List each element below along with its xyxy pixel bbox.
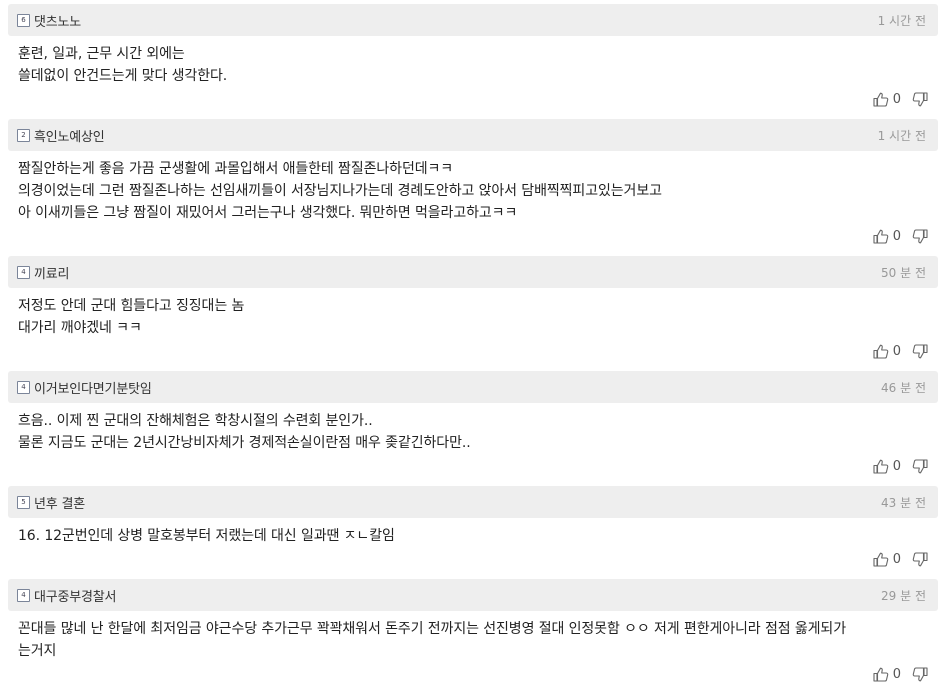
thumbs-down-icon xyxy=(912,92,928,107)
comment-header: 2 흑인노예상인 1 시간 전 xyxy=(8,119,938,151)
thumbs-up-icon xyxy=(873,552,889,567)
author-nickname[interactable]: 년후 결혼 xyxy=(34,493,85,512)
thumbs-down-icon xyxy=(912,552,928,567)
downvote-button[interactable] xyxy=(912,92,928,107)
comment-body: 짬질안하는게 좋음 가끔 군생활에 과몰입해서 애들한테 짬질존나하던데ㅋㅋ 의… xyxy=(8,151,938,224)
upvote-count: 0 xyxy=(892,552,901,567)
comment-line: 16. 12군번인데 상병 말호봉부터 저랬는데 대신 일과땐 ㅈㄴ칼임 xyxy=(18,528,395,544)
comment-header: 6 댓츠노노 1 시간 전 xyxy=(8,4,938,36)
comment-time: 50 분 전 xyxy=(881,265,926,280)
comment-line: 꼰대들 많네 난 한달에 최저임금 야근수당 추가근무 꽉꽉채워서 돈주기 전까… xyxy=(18,621,846,637)
thumbs-down-icon xyxy=(912,667,928,682)
downvote-button[interactable] xyxy=(912,667,928,682)
upvote-button[interactable]: 0 xyxy=(873,229,912,244)
comment-line: 는거지 xyxy=(18,643,57,659)
upvote-button[interactable]: 0 xyxy=(873,344,912,359)
downvote-button[interactable] xyxy=(912,344,928,359)
author-nickname[interactable]: 끼료리 xyxy=(34,263,69,282)
comment-item: 2 흑인노예상인 1 시간 전 짬질안하는게 좋음 가끔 군생활에 과몰입해서 … xyxy=(8,119,938,244)
thumbs-up-icon xyxy=(873,344,889,359)
thumbs-down-icon xyxy=(912,459,928,474)
upvote-button[interactable]: 0 xyxy=(873,459,912,474)
comment-line: 흐음.. 이제 찐 군대의 잔해체험은 학창시절의 수련회 분인가.. xyxy=(18,413,373,429)
comment-line: 의경이었는데 그런 짬질존나하는 선임새끼들이 서장님지나가는데 경례도안하고 … xyxy=(18,183,662,199)
upvote-count: 0 xyxy=(892,229,901,244)
comment-time: 1 시간 전 xyxy=(877,128,926,143)
thumbs-up-icon xyxy=(873,459,889,474)
comment-body: 훈련, 일과, 근무 시간 외에는 쓸데없이 안건드는게 맞다 생각한다. xyxy=(8,36,938,87)
thumbs-down-icon xyxy=(912,344,928,359)
downvote-button[interactable] xyxy=(912,229,928,244)
vote-box: 0 xyxy=(873,552,928,567)
comment-time: 1 시간 전 xyxy=(877,13,926,28)
author-nickname[interactable]: 흑인노예상인 xyxy=(34,126,105,145)
comment-line: 아 이새끼들은 그냥 짬질이 재밌어서 그러는구나 생각했다. 뭐만하면 먹을라… xyxy=(18,205,518,221)
thumbs-up-icon xyxy=(873,229,889,244)
comment-header: 4 이거보인다면기분탓임 46 분 전 xyxy=(8,371,938,403)
comment-time: 43 분 전 xyxy=(881,495,926,510)
comment-item: 5 년후 결혼 43 분 전 16. 12군번인데 상병 말호봉부터 저랬는데 … xyxy=(8,486,938,567)
comment-body: 흐음.. 이제 찐 군대의 잔해체험은 학창시절의 수련회 분인가.. 물론 지… xyxy=(8,403,938,454)
level-badge-icon: 6 xyxy=(17,13,30,27)
upvote-button[interactable]: 0 xyxy=(873,667,912,682)
thumbs-down-icon xyxy=(912,229,928,244)
comment-body: 꼰대들 많네 난 한달에 최저임금 야근수당 추가근무 꽉꽉채워서 돈주기 전까… xyxy=(8,611,938,662)
vote-box: 0 xyxy=(873,344,928,359)
thumbs-up-icon xyxy=(873,92,889,107)
upvote-count: 0 xyxy=(892,667,901,682)
comment-line: 짬질안하는게 좋음 가끔 군생활에 과몰입해서 애들한테 짬질존나하던데ㅋㅋ xyxy=(18,161,454,177)
author-nickname[interactable]: 대구중부경찰서 xyxy=(34,586,117,605)
comment-line: 저정도 안데 군대 힘들다고 징징대는 놈 xyxy=(18,298,245,314)
level-badge-icon: 4 xyxy=(17,588,30,602)
level-badge-icon: 4 xyxy=(17,380,30,394)
comment-line: 훈련, 일과, 근무 시간 외에는 xyxy=(18,46,185,62)
comment-header: 4 대구중부경찰서 29 분 전 xyxy=(8,579,938,611)
comment-line: 쓸데없이 안건드는게 맞다 생각한다. xyxy=(18,68,228,84)
comment-line: 대가리 깨야겠네 ㅋㅋ xyxy=(18,320,142,336)
upvote-button[interactable]: 0 xyxy=(873,92,912,107)
vote-box: 0 xyxy=(873,229,928,244)
comment-time: 29 분 전 xyxy=(881,588,926,603)
comment-line: 물론 지금도 군대는 2년시간낭비자체가 경제적손실이란점 매우 좆같긴하다만.… xyxy=(18,435,471,451)
level-badge-icon: 4 xyxy=(17,265,30,279)
comment-item: 4 이거보인다면기분탓임 46 분 전 흐음.. 이제 찐 군대의 잔해체험은 … xyxy=(8,371,938,474)
vote-box: 0 xyxy=(873,667,928,682)
level-badge-icon: 5 xyxy=(17,495,30,509)
upvote-button[interactable]: 0 xyxy=(873,552,912,567)
comment-item: 4 끼료리 50 분 전 저정도 안데 군대 힘들다고 징징대는 놈 대가리 깨… xyxy=(8,256,938,359)
comment-item: 6 댓츠노노 1 시간 전 훈련, 일과, 근무 시간 외에는 쓸데없이 안건드… xyxy=(8,4,938,107)
vote-box: 0 xyxy=(873,459,928,474)
comment-body: 16. 12군번인데 상병 말호봉부터 저랬는데 대신 일과땐 ㅈㄴ칼임 xyxy=(8,518,938,547)
level-badge-icon: 2 xyxy=(17,128,30,142)
thumbs-up-icon xyxy=(873,667,889,682)
comment-header: 4 끼료리 50 분 전 xyxy=(8,256,938,288)
author-nickname[interactable]: 댓츠노노 xyxy=(34,11,81,30)
upvote-count: 0 xyxy=(892,92,901,107)
comment-time: 46 분 전 xyxy=(881,380,926,395)
downvote-button[interactable] xyxy=(912,459,928,474)
upvote-count: 0 xyxy=(892,344,901,359)
comment-body: 저정도 안데 군대 힘들다고 징징대는 놈 대가리 깨야겠네 ㅋㅋ xyxy=(8,288,938,339)
comment-header: 5 년후 결혼 43 분 전 xyxy=(8,486,938,518)
author-nickname[interactable]: 이거보인다면기분탓임 xyxy=(34,378,152,397)
upvote-count: 0 xyxy=(892,459,901,474)
vote-box: 0 xyxy=(873,92,928,107)
downvote-button[interactable] xyxy=(912,552,928,567)
comment-item: 4 대구중부경찰서 29 분 전 꼰대들 많네 난 한달에 최저임금 야근수당 … xyxy=(8,579,938,682)
